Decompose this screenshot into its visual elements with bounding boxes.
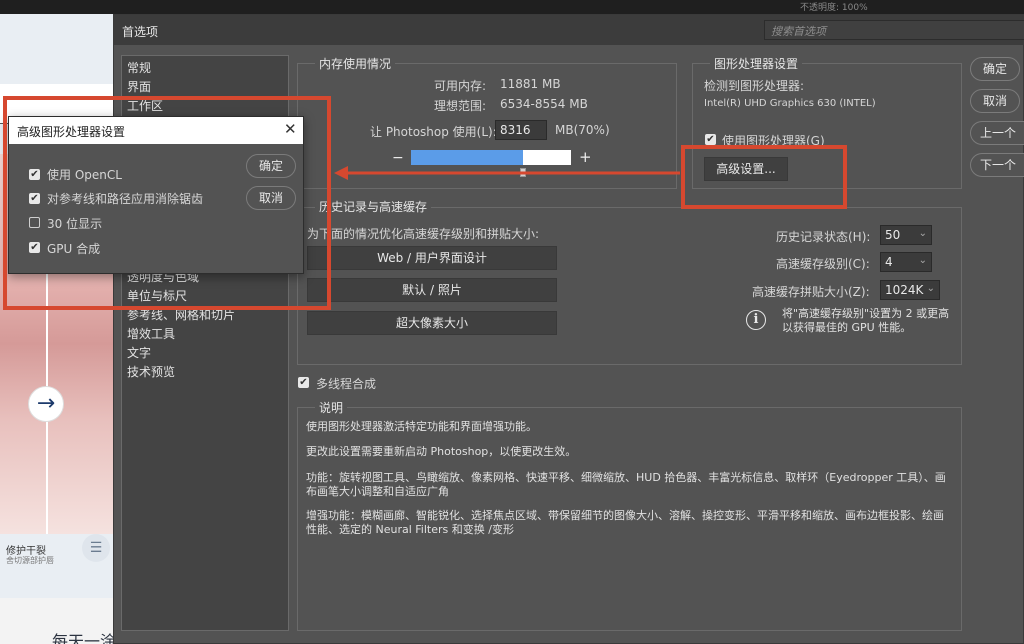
highlight-box-advanced-settings [681,145,847,209]
description-line-2: 更改此设置需要重新启动 Photoshop，以使更改生效。 [306,445,577,458]
cancel-button[interactable]: 取消 [970,89,1020,113]
arrow-right-icon: → [28,386,64,422]
gpu-name: Intel(R) UHD Graphics 630 (INTEL) [704,98,876,109]
cache-tip-text: 将"高速缓存级别"设置为 2 或更高以获得最佳的 GPU 性能。 [782,307,950,334]
optimize-cache-label: 为下面的情况优化高速缓存级别和拼贴大小: [307,227,540,241]
menu-lines-icon: ☰ [82,534,110,562]
description-line-4: 增强功能：模糊画廊、智能锐化、选择焦点区域、带保留细节的图像大小、溶解、操控变形… [306,509,944,536]
info-icon: i [746,310,766,330]
let-photoshop-use-label: 让 Photoshop 使用(L): [370,125,497,139]
nav-item-interface[interactable]: 界面 [127,78,151,95]
preferences-titlebar: 首选项 搜索首选项 [114,15,1024,45]
background-opacity-text: 不透明度: 100% [800,3,868,13]
preset-huge-pixel-button[interactable]: 超大像素大小 [307,311,557,335]
tile-size-label: 高速缓存拼贴大小(Z): [752,285,870,299]
memory-unit-label: MB(70%) [555,123,610,137]
description-line-3: 功能：旋转视图工具、鸟瞰缩放、像素网格、快速平移、细微缩放、HUD 拾色器、丰富… [306,471,946,498]
memory-slider-fill [411,150,523,165]
tile-size-value: 1024K [885,283,924,297]
description-line-1: 使用图形处理器激活特定功能和界面增强功能。 [306,420,537,433]
preferences-search-input[interactable]: 搜索首选项 [764,20,1024,40]
next-button[interactable]: 下一个 [970,153,1024,177]
highlight-arrow-icon [334,166,680,180]
preset-default-photo-button[interactable]: 默认 / 照片 [307,278,557,302]
tile-size-select[interactable]: 1024K ⌄ [880,280,940,300]
nav-item-tech-preview[interactable]: 技术预览 [127,363,175,380]
memory-decrease-button[interactable]: − [392,150,404,166]
ideal-range-label: 理想范围: [434,99,487,113]
gpu-detected-label: 检测到图形处理器: [704,79,805,93]
preset-web-ui-button[interactable]: Web / 用户界面设计 [307,246,557,270]
highlight-box-advanced-dialog [3,96,331,310]
previous-button[interactable]: 上一个 [970,121,1024,145]
use-gpu-checkbox[interactable]: ✔ [705,134,716,145]
memory-slider-track[interactable] [411,150,571,165]
cache-levels-value: 4 [885,255,893,269]
nav-item-general[interactable]: 常规 [127,59,151,76]
chevron-down-icon: ⌄ [918,228,927,239]
memory-amount-input[interactable]: 8316 [495,120,547,140]
gpu-legend: 图形处理器设置 [710,55,803,72]
preferences-title: 首选项 [122,25,159,39]
cache-levels-label: 高速缓存级别(C): [776,257,870,271]
multithread-checkbox[interactable]: ✔ [298,377,309,388]
background-opacity-label: 不透明度: 100% [800,0,1024,14]
history-states-label: 历史记录状态(H): [776,230,871,244]
multithread-label: 多线程合成 [316,377,377,391]
ok-button[interactable]: 确定 [970,57,1020,81]
background-caption-sub: 舍切源部护唇 [6,556,54,565]
nav-item-type[interactable]: 文字 [127,344,151,361]
available-memory-value: 11881 MB [500,77,561,91]
memory-legend: 内存使用情况 [315,55,396,72]
nav-item-plugins[interactable]: 增效工具 [127,325,175,342]
memory-increase-button[interactable]: + [579,148,592,166]
available-memory-label: 可用内存: [434,79,487,93]
chevron-down-icon: ⌄ [918,255,927,266]
history-states-select[interactable]: 50 ⌄ [880,225,932,245]
history-states-value: 50 [885,228,901,242]
cache-levels-select[interactable]: 4 ⌄ [880,252,932,272]
history-cache-legend: 历史记录与高速缓存 [315,198,432,215]
description-legend: 说明 [315,399,348,416]
ideal-range-value: 6534-8554 MB [500,97,588,111]
chevron-down-icon: ⌄ [926,283,935,294]
